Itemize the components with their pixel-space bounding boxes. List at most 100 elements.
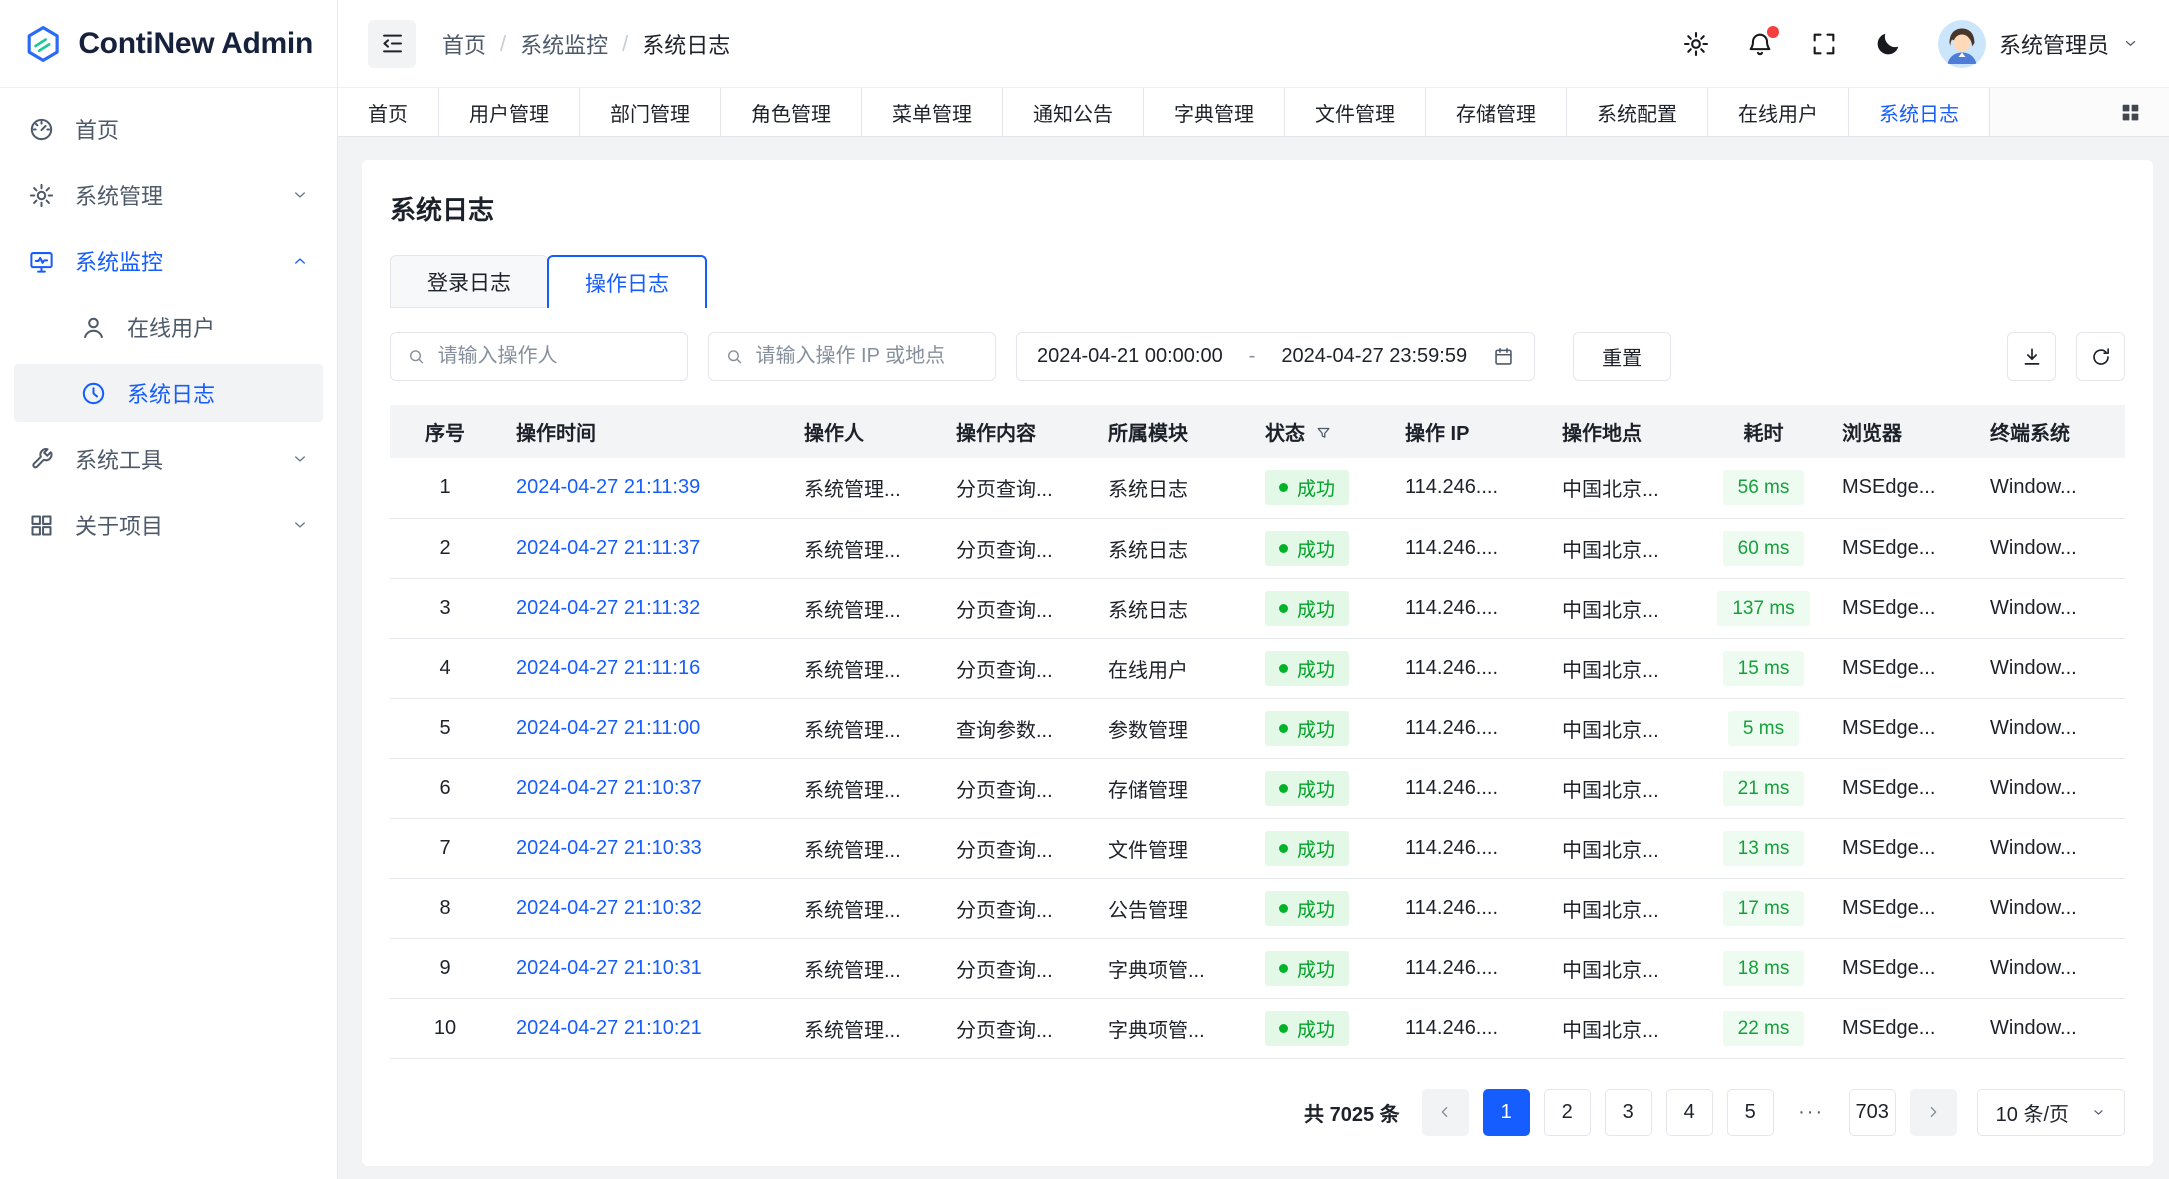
cell-os: Window...: [1974, 458, 2125, 518]
operator-search-box: [390, 332, 688, 381]
date-range-picker[interactable]: 2024-04-21 00:00:00 - 2024-04-27 23:59:5…: [1016, 332, 1535, 381]
cell-operator: 系统管理...: [788, 638, 940, 698]
operator-search-input[interactable]: [438, 345, 671, 368]
tabbar-tab-1[interactable]: 用户管理: [439, 88, 580, 136]
sidebar-item-tools[interactable]: 系统工具: [14, 430, 323, 488]
column-header-3: 操作内容: [940, 405, 1092, 458]
log-detail-link[interactable]: 2024-04-27 21:10:32: [516, 897, 702, 919]
tabbar-tab-3[interactable]: 角色管理: [721, 88, 862, 136]
sidebar-item-system[interactable]: 系统管理: [14, 166, 323, 224]
cell-index: 8: [390, 878, 500, 938]
continew-logo-icon: [24, 21, 62, 67]
cell-os: Window...: [1974, 998, 2125, 1058]
log-detail-link[interactable]: 2024-04-27 21:11:32: [516, 597, 700, 619]
status-badge: 成功: [1265, 711, 1349, 746]
ip-search-box: [708, 332, 996, 381]
log-detail-link[interactable]: 2024-04-27 21:10:21: [516, 1017, 702, 1039]
cell-index: 3: [390, 578, 500, 638]
log-detail-link[interactable]: 2024-04-27 21:11:00: [516, 717, 700, 739]
page-size-select[interactable]: 10 条/页: [1977, 1089, 2125, 1136]
cell-content: 分页查询...: [940, 458, 1092, 518]
sidebar-collapse-button[interactable]: [368, 20, 416, 68]
user-menu[interactable]: 系统管理员: [1938, 20, 2139, 68]
cell-operator: 系统管理...: [788, 878, 940, 938]
breadcrumb-separator: /: [500, 31, 506, 57]
tabbar: 首页用户管理部门管理角色管理菜单管理通知公告字典管理文件管理存储管理系统配置在线…: [338, 88, 2169, 137]
tabbar-tab-2[interactable]: 部门管理: [580, 88, 721, 136]
cell-browser: MSEdge...: [1826, 638, 1974, 698]
tabbar-tab-6[interactable]: 字典管理: [1144, 88, 1285, 136]
log-table: 序号操作时间操作人操作内容所属模块状态操作 IP操作地点耗时浏览器终端系统 12…: [390, 405, 2125, 1059]
notifications-button[interactable]: [1746, 30, 1774, 58]
tabbar-tab-11[interactable]: 系统日志: [1849, 88, 1990, 136]
filter-funnel-icon[interactable]: [1315, 425, 1332, 442]
column-header-1: 操作时间: [500, 405, 788, 458]
tabbar-tab-7[interactable]: 文件管理: [1285, 88, 1426, 136]
duration-badge: 137 ms: [1717, 591, 1809, 626]
sidebar-item-online-users[interactable]: 在线用户: [14, 298, 323, 356]
tabbar-tab-9[interactable]: 系统配置: [1567, 88, 1708, 136]
prev-page-button[interactable]: [1422, 1089, 1469, 1136]
log-detail-link[interactable]: 2024-04-27 21:11:37: [516, 537, 700, 559]
log-detail-link[interactable]: 2024-04-27 21:10:31: [516, 957, 702, 979]
refresh-button[interactable]: [2076, 332, 2125, 381]
status-badge: 成功: [1265, 531, 1349, 566]
tabbar-tab-10[interactable]: 在线用户: [1708, 88, 1849, 136]
table-row: 42024-04-27 21:11:16系统管理...分页查询...在线用户成功…: [390, 638, 2125, 698]
tabbar-tab-0[interactable]: 首页: [338, 88, 439, 136]
filter-bar: 2024-04-21 00:00:00 - 2024-04-27 23:59:5…: [390, 332, 2125, 381]
settings-button[interactable]: [1682, 30, 1710, 58]
cell-location: 中国北京...: [1546, 938, 1701, 998]
page-button-4[interactable]: 4: [1666, 1089, 1713, 1136]
log-detail-link[interactable]: 2024-04-27 21:10:37: [516, 777, 702, 799]
cell-os: Window...: [1974, 578, 2125, 638]
dashboard-icon: [28, 116, 55, 143]
cell-browser: MSEdge...: [1826, 878, 1974, 938]
tabbar-tab-4[interactable]: 菜单管理: [862, 88, 1003, 136]
log-tab-1[interactable]: 操作日志: [547, 255, 707, 308]
cell-ip: 114.246....: [1389, 818, 1546, 878]
log-detail-link[interactable]: 2024-04-27 21:11:39: [516, 476, 700, 498]
date-range-separator: -: [1249, 345, 1256, 368]
page-button-1[interactable]: 1: [1483, 1089, 1530, 1136]
tabbar-tab-8[interactable]: 存储管理: [1426, 88, 1567, 136]
log-detail-link[interactable]: 2024-04-27 21:10:33: [516, 837, 702, 859]
cell-location: 中国北京...: [1546, 518, 1701, 578]
tab-actions-button[interactable]: [2092, 88, 2169, 136]
column-header-10: 终端系统: [1974, 405, 2125, 458]
gear-icon: [1682, 30, 1710, 58]
logo[interactable]: ContiNew Admin: [0, 0, 337, 88]
cell-ip: 114.246....: [1389, 578, 1546, 638]
breadcrumb-item-home[interactable]: 首页: [442, 28, 486, 60]
sidebar-item-home[interactable]: 首页: [14, 100, 323, 158]
refresh-icon: [2090, 346, 2112, 368]
cell-operator: 系统管理...: [788, 758, 940, 818]
export-button[interactable]: [2007, 332, 2056, 381]
fullscreen-button[interactable]: [1810, 30, 1838, 58]
page-button-2[interactable]: 2: [1544, 1089, 1591, 1136]
table-body: 12024-04-27 21:11:39系统管理...分页查询...系统日志成功…: [390, 458, 2125, 1058]
ip-search-input[interactable]: [755, 345, 979, 368]
cell-ip: 114.246....: [1389, 638, 1546, 698]
sidebar-item-about[interactable]: 关于项目: [14, 496, 323, 554]
page-ellipsis[interactable]: ···: [1788, 1089, 1835, 1136]
breadcrumb-item-monitor[interactable]: 系统监控: [520, 28, 608, 60]
table-row: 62024-04-27 21:10:37系统管理...分页查询...存储管理成功…: [390, 758, 2125, 818]
sidebar-item-monitor[interactable]: 系统监控: [14, 232, 323, 290]
page-button-5[interactable]: 5: [1727, 1089, 1774, 1136]
next-page-button[interactable]: [1910, 1089, 1957, 1136]
log-tab-0[interactable]: 登录日志: [390, 255, 548, 308]
reset-button[interactable]: 重置: [1573, 332, 1671, 381]
page-title: 系统日志: [390, 190, 2125, 227]
page-button-703[interactable]: 703: [1849, 1089, 1896, 1136]
table-row: 32024-04-27 21:11:32系统管理...分页查询...系统日志成功…: [390, 578, 2125, 638]
tabbar-tab-5[interactable]: 通知公告: [1003, 88, 1144, 136]
breadcrumb: 首页 / 系统监控 / 系统日志: [442, 28, 730, 60]
theme-toggle-button[interactable]: [1874, 30, 1902, 58]
cell-operator: 系统管理...: [788, 818, 940, 878]
grid-icon: [2118, 100, 2143, 125]
clock-icon: [80, 380, 107, 407]
log-detail-link[interactable]: 2024-04-27 21:11:16: [516, 657, 700, 679]
page-button-3[interactable]: 3: [1605, 1089, 1652, 1136]
sidebar-item-system-log[interactable]: 系统日志: [14, 364, 323, 422]
